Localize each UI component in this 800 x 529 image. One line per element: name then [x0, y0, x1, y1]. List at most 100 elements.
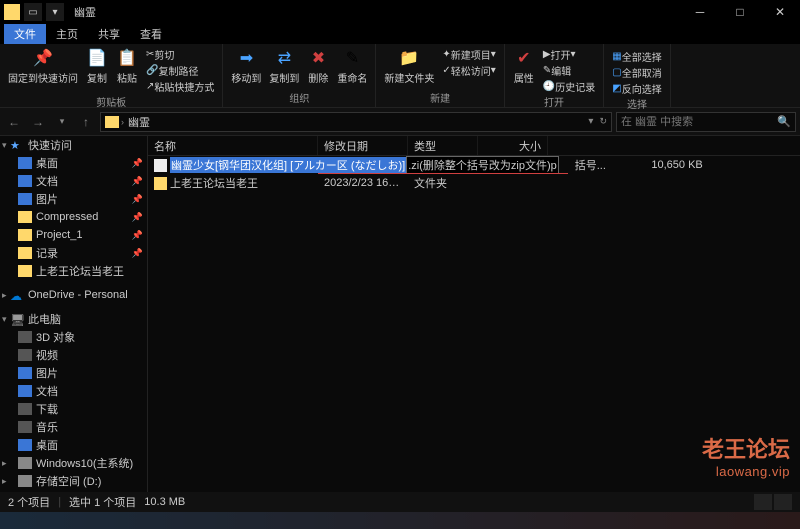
properties-button[interactable]: ✔属性 — [511, 46, 537, 94]
view-details-button[interactable] — [754, 494, 772, 510]
sidebar-item-project1[interactable]: Project_1📌 — [0, 226, 147, 244]
breadcrumb-segment[interactable]: 幽霊 — [124, 114, 154, 130]
minimize-button[interactable]: ─ — [680, 0, 720, 24]
newfolder-icon: 📁 — [398, 47, 420, 69]
ribbon: 📌固定到快速访问 📄复制 📋粘贴 ✂剪切 🔗复制路径 ↗粘贴快捷方式 剪贴板 ➡… — [0, 44, 800, 108]
history-button[interactable]: 🕘历史记录 — [541, 78, 597, 94]
col-type[interactable]: 类型 — [408, 136, 478, 155]
up-button[interactable]: ↑ — [76, 112, 96, 132]
search-icon[interactable]: 🔍 — [777, 115, 791, 128]
pin-button[interactable]: 📌固定到快速访问 — [6, 46, 80, 94]
status-count: 2 个项目 — [8, 494, 50, 510]
sidebar-item-downloads[interactable]: 下载 — [0, 400, 147, 418]
paste-button[interactable]: 📋粘贴 — [114, 46, 140, 94]
chevron-right-icon[interactable]: ▸ — [2, 290, 7, 301]
cloud-icon: ☁ — [10, 289, 24, 301]
sidebar-item-videos[interactable]: 视频 — [0, 346, 147, 364]
group-clipboard: 剪贴板 — [96, 94, 126, 109]
newitem-icon: ✦ — [442, 49, 450, 60]
below-window — [0, 512, 800, 529]
pictures-icon — [18, 367, 32, 379]
chevron-down-icon[interactable]: ▾ — [2, 140, 7, 151]
delete-button[interactable]: ✖删除 — [305, 46, 331, 86]
tab-share[interactable]: 共享 — [88, 24, 130, 44]
rename-input[interactable]: 幽霊少女[钢华团汉化组] [アルカー区 (なだしお)].zi(删除整个括号改为z… — [170, 156, 559, 174]
edit-icon: ✎ — [543, 65, 551, 76]
pasteshortcut-button[interactable]: ↗粘贴快捷方式 — [144, 78, 216, 94]
back-button[interactable]: ← — [4, 112, 24, 132]
sidebar-item-3d[interactable]: 3D 对象 — [0, 328, 147, 346]
chevron-down-icon[interactable]: ▾ — [2, 314, 7, 325]
sidebar-item-records[interactable]: 记录📌 — [0, 244, 147, 262]
status-selected: 选中 1 个项目 — [69, 494, 136, 510]
folder-icon — [18, 247, 32, 259]
file-size: 10,650 KB — [639, 159, 709, 171]
newfolder-button[interactable]: 📁新建文件夹 — [382, 46, 436, 86]
sidebar-item-music[interactable]: 音乐 — [0, 418, 147, 436]
file-row[interactable]: 上老王论坛当老王 2023/2/23 16:31 文件夹 — [148, 174, 800, 192]
view-icons-button[interactable] — [774, 494, 792, 510]
tab-file[interactable]: 文件 — [4, 24, 46, 44]
status-bar: 2 个项目 | 选中 1 个项目 10.3 MB — [0, 492, 800, 512]
ribbon-tabs: 文件 主页 共享 查看 — [0, 24, 800, 44]
sidebar-onedrive[interactable]: ▸☁OneDrive - Personal — [0, 286, 147, 304]
sidebar-item-desktop[interactable]: 桌面📌 — [0, 154, 147, 172]
sidebar-item-documents[interactable]: 文档📌 — [0, 172, 147, 190]
recent-button[interactable]: ▾ — [52, 112, 72, 132]
rename-button[interactable]: ✎重命名 — [335, 46, 369, 86]
search-input[interactable] — [621, 116, 777, 128]
qat-btn-2[interactable]: ▾ — [46, 3, 64, 21]
sidebar-item-compressed[interactable]: Compressed📌 — [0, 208, 147, 226]
sidebar-item-drive-d[interactable]: ▸存储空间 (D:) — [0, 472, 147, 490]
sidebar-item-pictures2[interactable]: 图片 — [0, 364, 147, 382]
drive-icon — [18, 457, 32, 469]
open-button[interactable]: ▶打开 ▾ — [541, 46, 597, 62]
forward-button[interactable]: → — [28, 112, 48, 132]
tab-view[interactable]: 查看 — [130, 24, 172, 44]
sidebar-item-desktop2[interactable]: 桌面 — [0, 436, 147, 454]
pin-icon: 📌 — [132, 230, 143, 241]
sidebar-item-pictures[interactable]: 图片📌 — [0, 190, 147, 208]
chevron-right-icon[interactable]: ▸ — [2, 476, 7, 487]
sidebar-thispc[interactable]: ▾🖥此电脑 — [0, 310, 147, 328]
documents-icon — [18, 385, 32, 397]
copyto-button[interactable]: ⇄复制到 — [267, 46, 301, 86]
file-icon — [154, 159, 167, 172]
invert-button[interactable]: ◩反向选择 — [610, 80, 663, 96]
address-dropdown[interactable]: ▾ — [588, 116, 593, 127]
properties-icon: ✔ — [513, 47, 535, 69]
edit-button[interactable]: ✎编辑 — [541, 62, 597, 78]
refresh-button[interactable]: ↻ — [599, 116, 607, 127]
folder-icon — [18, 265, 32, 277]
star-icon: ★ — [10, 139, 24, 151]
search-box[interactable]: 🔍 — [616, 112, 796, 132]
sidebar-item-documents2[interactable]: 文档 — [0, 382, 147, 400]
file-row-renaming[interactable]: 幽霊少女[钢华团汉化组] [アルカー区 (なだしお)].zi(删除整个括号改为z… — [148, 156, 800, 174]
underline-annotation — [318, 173, 568, 174]
copypath-button[interactable]: 🔗复制路径 — [144, 62, 216, 78]
easyaccess-button[interactable]: ✓轻松访问 ▾ — [440, 62, 497, 78]
paste-icon: 📋 — [116, 47, 138, 69]
newitem-button[interactable]: ✦新建项目 ▾ — [440, 46, 497, 62]
title-bar: ▭ ▾ 幽霊 ─ □ ✕ — [0, 0, 800, 24]
selectnone-button[interactable]: ▢全部取消 — [610, 64, 663, 80]
col-size[interactable]: 大小 — [478, 136, 548, 155]
sidebar-item-laowang[interactable]: 上老王论坛当老王 — [0, 262, 147, 280]
maximize-button[interactable]: □ — [720, 0, 760, 24]
sidebar-quick-access[interactable]: ▾★快速访问 — [0, 136, 147, 154]
col-name[interactable]: 名称 — [148, 136, 318, 155]
address-bar[interactable]: › 幽霊 ▾ ↻ — [100, 112, 612, 132]
tab-home[interactable]: 主页 — [46, 24, 88, 44]
documents-icon — [18, 175, 32, 187]
selectall-button[interactable]: ▦全部选择 — [610, 48, 663, 64]
qat-btn-1[interactable]: ▭ — [24, 3, 42, 21]
folder-icon — [105, 116, 119, 128]
cut-button[interactable]: ✂剪切 — [144, 46, 216, 62]
col-date[interactable]: 修改日期 — [318, 136, 408, 155]
sidebar-item-drive-c[interactable]: ▸Windows10(主系统) — [0, 454, 147, 472]
chevron-right-icon[interactable]: ▸ — [2, 458, 7, 469]
moveto-button[interactable]: ➡移动到 — [229, 46, 263, 86]
copy-button[interactable]: 📄复制 — [84, 46, 110, 94]
close-button[interactable]: ✕ — [760, 0, 800, 24]
sidebar[interactable]: ▾★快速访问 桌面📌 文档📌 图片📌 Compressed📌 Project_1… — [0, 136, 148, 492]
